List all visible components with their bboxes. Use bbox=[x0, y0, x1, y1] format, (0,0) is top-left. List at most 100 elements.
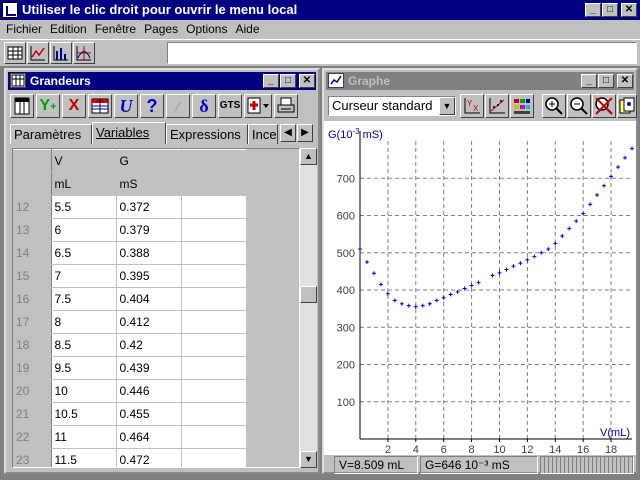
graphe-title-bar[interactable]: Graphe _ □ ✕ bbox=[326, 72, 634, 90]
menu-options[interactable]: Options bbox=[182, 20, 231, 38]
cell-g[interactable]: 0.439 bbox=[116, 356, 182, 380]
tab-scroll-left-button[interactable]: ◀ bbox=[280, 124, 296, 142]
scroll-up-button[interactable]: ▲ bbox=[300, 148, 317, 165]
tab-expressions[interactable]: Expressions bbox=[166, 124, 248, 144]
menu-fichier[interactable]: Fichier bbox=[2, 20, 46, 38]
command-entry-field[interactable] bbox=[167, 42, 637, 64]
menu-pages[interactable]: Pages bbox=[140, 20, 182, 38]
cell-g[interactable]: 0.42 bbox=[116, 333, 182, 357]
cell-v[interactable]: 10.5 bbox=[51, 402, 117, 426]
table-row[interactable]: 22 11 0.464 bbox=[13, 425, 247, 449]
table-row[interactable]: 21 10.5 0.455 bbox=[13, 402, 247, 426]
table-row[interactable]: 20 10 0.446 bbox=[13, 379, 247, 403]
menu-edition[interactable]: Edition bbox=[46, 20, 91, 38]
cell-g[interactable]: 0.404 bbox=[116, 287, 182, 311]
column-header-g[interactable]: G bbox=[116, 149, 182, 173]
cell-empty[interactable] bbox=[181, 425, 247, 449]
cell-g[interactable]: 0.446 bbox=[116, 379, 182, 403]
cell-v[interactable]: 6 bbox=[51, 218, 117, 242]
table-row[interactable]: 14 6.5 0.388 bbox=[13, 241, 247, 265]
cell-g[interactable]: 0.412 bbox=[116, 310, 182, 334]
unit-g[interactable]: mS bbox=[116, 172, 182, 196]
axes-icon[interactable]: YX bbox=[460, 94, 484, 118]
cell-g[interactable]: 0.464 bbox=[116, 425, 182, 449]
copy-icon[interactable] bbox=[617, 94, 637, 118]
cell-g[interactable]: 0.372 bbox=[116, 195, 182, 219]
column-header-v[interactable]: V bbox=[51, 149, 117, 173]
cell-empty[interactable] bbox=[181, 310, 247, 334]
table-icon[interactable] bbox=[4, 42, 26, 64]
colors-icon[interactable] bbox=[510, 94, 534, 118]
tab-incertitudes[interactable]: Ince bbox=[248, 124, 278, 144]
cell-v[interactable]: 11.5 bbox=[51, 448, 117, 467]
table-row[interactable]: 13 6 0.379 bbox=[13, 218, 247, 242]
grandeurs-maximize-button[interactable]: □ bbox=[280, 74, 296, 88]
cell-v[interactable]: 11 bbox=[51, 425, 117, 449]
column-header-empty[interactable] bbox=[181, 149, 247, 173]
grandeurs-title-bar[interactable]: Grandeurs _ □ ✕ bbox=[8, 72, 316, 90]
grid-icon[interactable] bbox=[88, 94, 112, 118]
app-icon[interactable] bbox=[2, 2, 18, 18]
tab-parametres[interactable]: Paramètres bbox=[10, 124, 92, 144]
cell-empty[interactable] bbox=[181, 241, 247, 265]
gts-button[interactable]: GTS bbox=[218, 94, 242, 118]
graphe-close-button[interactable]: ✕ bbox=[617, 74, 633, 88]
cell-empty[interactable] bbox=[181, 448, 247, 467]
close-button[interactable]: ✕ bbox=[621, 3, 637, 17]
units-icon[interactable]: U bbox=[114, 94, 138, 118]
cell-g[interactable]: 0.388 bbox=[116, 241, 182, 265]
cell-v[interactable]: 8.5 bbox=[51, 333, 117, 357]
crosshair-chart-icon[interactable] bbox=[73, 42, 95, 64]
edit-table-icon[interactable] bbox=[10, 94, 34, 118]
table-row[interactable]: 15 7 0.395 bbox=[13, 264, 247, 288]
table-row[interactable]: 19 9.5 0.439 bbox=[13, 356, 247, 380]
zoom-reset-icon[interactable] bbox=[592, 94, 616, 118]
unit-empty[interactable] bbox=[181, 172, 247, 196]
tab-scroll-right-button[interactable]: ▶ bbox=[297, 124, 313, 142]
cell-v[interactable]: 5.5 bbox=[51, 195, 117, 219]
cell-empty[interactable] bbox=[181, 218, 247, 242]
cell-g[interactable]: 0.472 bbox=[116, 448, 182, 467]
table-row[interactable]: 16 7.5 0.404 bbox=[13, 287, 247, 311]
table-row[interactable]: 18 8.5 0.42 bbox=[13, 333, 247, 357]
graphe-minimize-button[interactable]: _ bbox=[581, 74, 597, 88]
cursor-mode-select[interactable]: Curseur standard ▼ bbox=[328, 96, 456, 116]
line-chart-icon[interactable] bbox=[27, 42, 49, 64]
cell-empty[interactable] bbox=[181, 356, 247, 380]
help-icon[interactable]: ? bbox=[140, 94, 164, 118]
table-row[interactable]: 17 8 0.412 bbox=[13, 310, 247, 334]
cell-empty[interactable] bbox=[181, 264, 247, 288]
zoom-out-icon[interactable] bbox=[567, 94, 591, 118]
print-icon[interactable] bbox=[274, 94, 298, 118]
unit-v[interactable]: mL bbox=[51, 172, 117, 196]
cell-g[interactable]: 0.395 bbox=[116, 264, 182, 288]
scrollbar-track[interactable] bbox=[300, 148, 317, 468]
grandeurs-window-icon[interactable] bbox=[10, 73, 26, 88]
cell-g[interactable]: 0.455 bbox=[116, 402, 182, 426]
menu-fenetre[interactable]: Fenêtre bbox=[91, 20, 140, 38]
cell-empty[interactable] bbox=[181, 379, 247, 403]
check-icon[interactable]: ∕ bbox=[166, 94, 190, 118]
cell-v[interactable]: 7 bbox=[51, 264, 117, 288]
cell-empty[interactable] bbox=[181, 402, 247, 426]
scrollbar-thumb[interactable] bbox=[300, 286, 317, 304]
graphe-maximize-button[interactable]: □ bbox=[598, 74, 614, 88]
cell-empty[interactable] bbox=[181, 195, 247, 219]
cell-v[interactable]: 8 bbox=[51, 310, 117, 334]
graphe-window-icon[interactable] bbox=[328, 73, 344, 88]
add-variable-icon[interactable]: Y+ bbox=[36, 94, 60, 118]
grandeurs-minimize-button[interactable]: _ bbox=[263, 74, 279, 88]
delta-icon[interactable]: δ bbox=[192, 94, 216, 118]
cell-empty[interactable] bbox=[181, 333, 247, 357]
cell-v[interactable]: 9.5 bbox=[51, 356, 117, 380]
cell-v[interactable]: 10 bbox=[51, 379, 117, 403]
cell-empty[interactable] bbox=[181, 287, 247, 311]
tab-variables[interactable]: Variables bbox=[92, 122, 166, 144]
maximize-button[interactable]: □ bbox=[602, 3, 618, 17]
cell-v[interactable]: 6.5 bbox=[51, 241, 117, 265]
zoom-in-icon[interactable] bbox=[542, 94, 566, 118]
chevron-down-icon[interactable]: ▼ bbox=[439, 97, 455, 115]
new-page-icon[interactable] bbox=[244, 94, 272, 118]
delete-variable-icon[interactable]: X bbox=[62, 94, 86, 118]
table-row[interactable]: 12 5.5 0.372 bbox=[13, 195, 247, 219]
